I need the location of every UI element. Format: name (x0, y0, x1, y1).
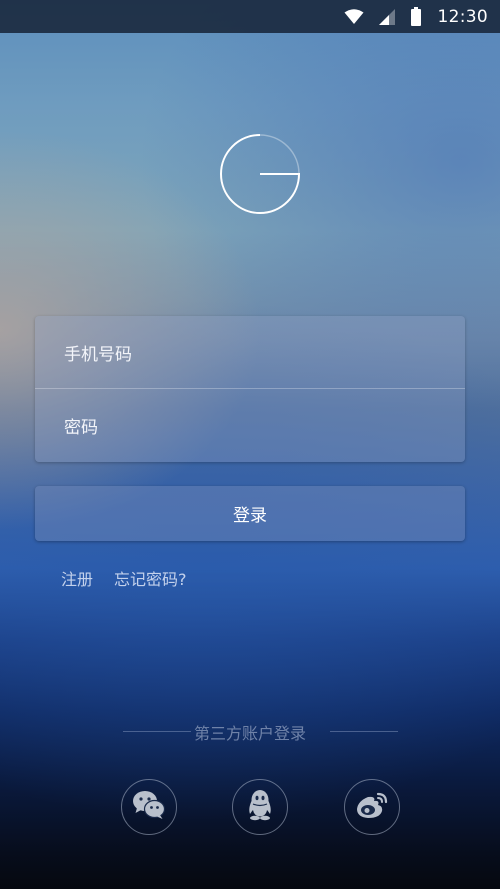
weibo-icon (355, 790, 389, 824)
third-party-label: 第三方账户登录 (193, 724, 306, 743)
register-link[interactable]: 注册 (61, 566, 93, 590)
phone-input[interactable]: 手机号码 (35, 316, 465, 388)
signal-icon (378, 8, 396, 26)
wechat-icon (132, 790, 166, 824)
qq-login-button[interactable] (232, 779, 288, 835)
forgot-password-link[interactable]: 忘记密码? (114, 566, 187, 590)
login-button[interactable]: 登录 (35, 486, 465, 541)
weibo-login-button[interactable] (344, 779, 400, 835)
g-logo-icon (219, 133, 301, 215)
wifi-icon (344, 8, 364, 25)
login-form: 手机号码 密码 (35, 316, 465, 462)
qq-icon (246, 789, 274, 825)
wechat-login-button[interactable] (121, 779, 177, 835)
status-time: 12:30 (437, 6, 488, 27)
battery-icon (410, 6, 422, 27)
third-party-divider: 第三方账户登录 (0, 720, 500, 743)
divider-line-right (330, 731, 398, 732)
password-input[interactable]: 密码 (35, 389, 465, 461)
status-bar: 12:30 (0, 0, 500, 33)
